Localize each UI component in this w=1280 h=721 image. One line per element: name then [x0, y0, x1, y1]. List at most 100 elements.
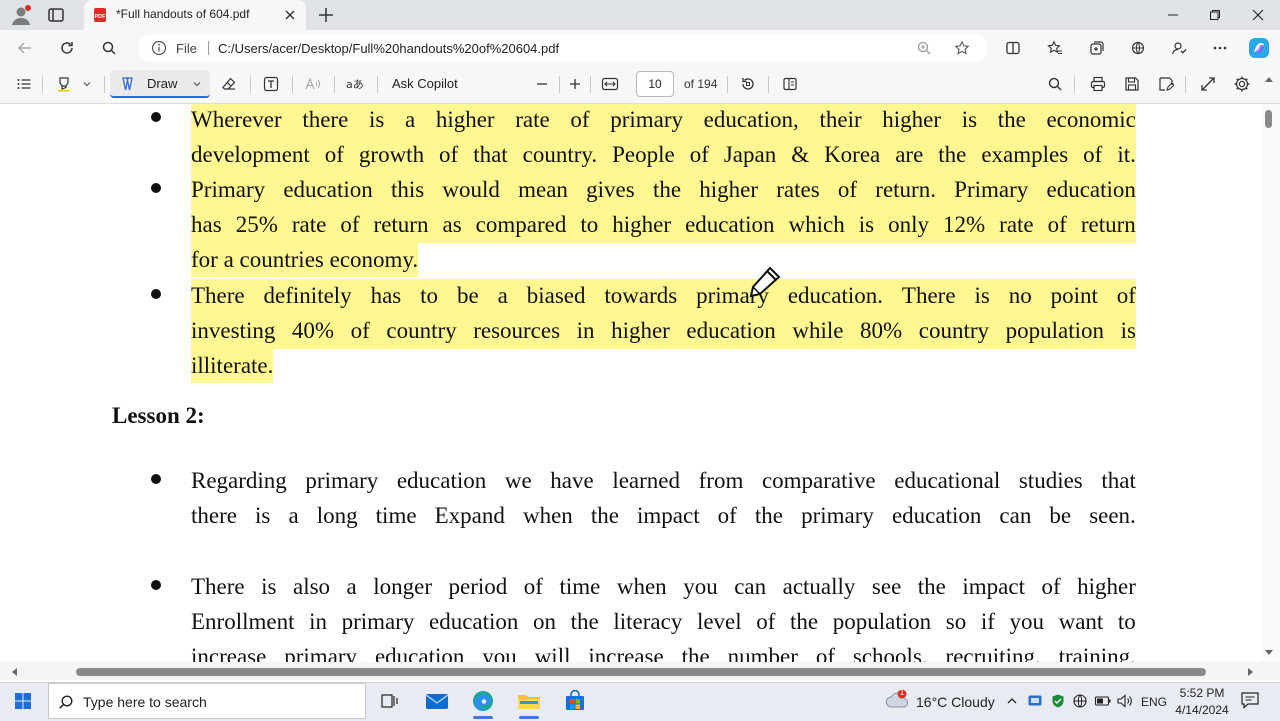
word: time — [559, 574, 601, 599]
collections-icon[interactable] — [1083, 34, 1111, 62]
word: the — [754, 502, 784, 528]
highlight-icon[interactable] — [50, 70, 78, 98]
more-options-icon[interactable] — [1206, 34, 1234, 62]
word: examples — [981, 141, 1069, 167]
print-icon[interactable] — [1084, 70, 1112, 98]
save-as-icon[interactable] — [1152, 70, 1180, 98]
meet-now-icon[interactable] — [1027, 693, 1043, 709]
address-bar[interactable]: File C:/Users/acer/Desktop/Full%20handou… — [138, 34, 988, 62]
eraser-icon[interactable] — [215, 70, 243, 98]
scroll-down-arrow-icon[interactable] — [1264, 649, 1274, 657]
text-line: Primary education this would mean gives the hig… — [191, 173, 1136, 208]
copilot-icon[interactable] — [1245, 34, 1273, 62]
new-tab-icon[interactable] — [317, 6, 335, 24]
contents-list-icon[interactable] — [10, 70, 38, 98]
vertical-scrollbar[interactable] — [1262, 104, 1280, 662]
word: to — [1117, 608, 1136, 634]
word: has — [370, 283, 402, 308]
word: definitely — [263, 283, 352, 308]
save-icon[interactable] — [1118, 70, 1146, 98]
text-line: Regarding primary education we have learned fr… — [191, 464, 1136, 499]
back-icon[interactable] — [11, 34, 39, 62]
settings-gear-icon[interactable] — [1228, 70, 1256, 98]
windows-start-icon[interactable] — [2, 683, 44, 719]
fullscreen-icon[interactable] — [1194, 70, 1222, 98]
security-shield-icon[interactable] — [1050, 693, 1066, 709]
page-number-input[interactable] — [636, 71, 674, 97]
word: development — [191, 141, 310, 167]
mail-app-icon[interactable] — [416, 683, 458, 719]
profile-avatar-icon[interactable] — [10, 4, 32, 26]
file-explorer-icon[interactable] — [508, 683, 550, 719]
favorite-star-icon[interactable] — [954, 40, 970, 56]
word: have — [550, 468, 594, 493]
close-window-icon[interactable] — [1235, 0, 1280, 30]
word: be — [1049, 502, 1072, 528]
toolbar-separator — [42, 76, 43, 93]
rotate-icon[interactable] — [734, 70, 762, 98]
taskbar-search-box[interactable]: Type here to search — [48, 683, 366, 719]
scroll-right-arrow-icon[interactable] — [1247, 667, 1255, 677]
minimize-icon[interactable] — [1150, 0, 1196, 30]
word: the — [917, 574, 946, 599]
clock-date[interactable]: 4/14/2024 — [1170, 703, 1234, 717]
word: seen. — [1089, 502, 1136, 528]
tab-active-pdf[interactable]: PDF *Full handouts of 604.pdf — [84, 0, 306, 30]
ask-copilot-button[interactable]: Ask Copilot — [392, 76, 458, 91]
scroll-left-arrow-icon[interactable] — [10, 667, 18, 677]
horizontal-scroll-thumb[interactable] — [76, 668, 1206, 676]
notifications-icon[interactable] — [1240, 691, 1260, 709]
page-view-icon[interactable] — [776, 70, 804, 98]
word: which — [788, 211, 845, 237]
text-line: has 25% rate of return as compared to higher educ… — [191, 207, 1136, 243]
volume-speaker-icon[interactable] — [1116, 693, 1134, 709]
tab-close-icon[interactable] — [282, 7, 298, 23]
lesson-heading: Lesson 2: — [112, 403, 205, 428]
microsoft-store-icon[interactable] — [554, 683, 596, 719]
word: the — [997, 107, 1026, 132]
word: There — [901, 283, 956, 308]
tab-actions-icon[interactable] — [47, 6, 65, 24]
word: increase — [588, 643, 664, 662]
paragraph: Primary education this would mean gives the hig… — [191, 173, 1136, 278]
favorites-icon[interactable] — [1041, 34, 1069, 62]
input-language-indicator[interactable]: ENG — [1141, 695, 1167, 709]
scroll-up-arrow-icon[interactable] — [1264, 75, 1274, 83]
read-aloud-icon[interactable] — [299, 70, 327, 98]
draw-button[interactable]: Draw — [110, 70, 210, 98]
refresh-icon[interactable] — [53, 34, 81, 62]
toolbar-separator — [559, 76, 560, 93]
word: education — [374, 643, 465, 662]
word: of — [350, 317, 370, 343]
show-hidden-icons-chevron-up-icon[interactable] — [1006, 695, 1018, 707]
word: actually — [782, 574, 856, 599]
add-text-icon[interactable] — [257, 70, 285, 98]
svg-text:PDF: PDF — [95, 14, 107, 20]
highlight-options-chevron-down-icon[interactable] — [76, 70, 98, 98]
url-text[interactable]: C:/Users/acer/Desktop/Full%20handouts%20… — [218, 41, 559, 56]
toolbar-separator — [292, 76, 293, 93]
restore-icon[interactable] — [1192, 0, 1238, 30]
zoom-out-icon[interactable] — [528, 70, 556, 98]
network-globe-icon[interactable] — [1072, 693, 1088, 709]
edge-browser-icon[interactable] — [462, 683, 504, 719]
clock-time[interactable]: 5:52 PM — [1176, 686, 1228, 700]
profile-sync-icon[interactable] — [1165, 34, 1193, 62]
battery-icon[interactable] — [1094, 693, 1112, 709]
word: primary — [610, 107, 683, 132]
zoom-icon[interactable] — [916, 40, 932, 56]
translate-icon[interactable]: aあ — [341, 70, 369, 98]
split-screen-icon[interactable] — [999, 34, 1027, 62]
find-in-document-icon[interactable] — [1041, 70, 1069, 98]
extensions-icon[interactable] — [1124, 34, 1152, 62]
zoom-in-icon[interactable] — [561, 70, 589, 98]
pdf-document-view[interactable]: Wherever there is a higher rate of primary educa… — [0, 104, 1262, 662]
draw-options-chevron-down-icon[interactable] — [192, 79, 202, 89]
word: to — [420, 283, 439, 308]
site-info-icon[interactable] — [151, 40, 167, 56]
vertical-scroll-thumb[interactable] — [1265, 110, 1272, 128]
search-icon[interactable] — [95, 34, 123, 62]
weather-text[interactable]: 16°C Cloudy — [916, 694, 995, 710]
task-view-icon[interactable] — [369, 683, 411, 719]
fit-to-width-icon[interactable] — [596, 70, 624, 98]
